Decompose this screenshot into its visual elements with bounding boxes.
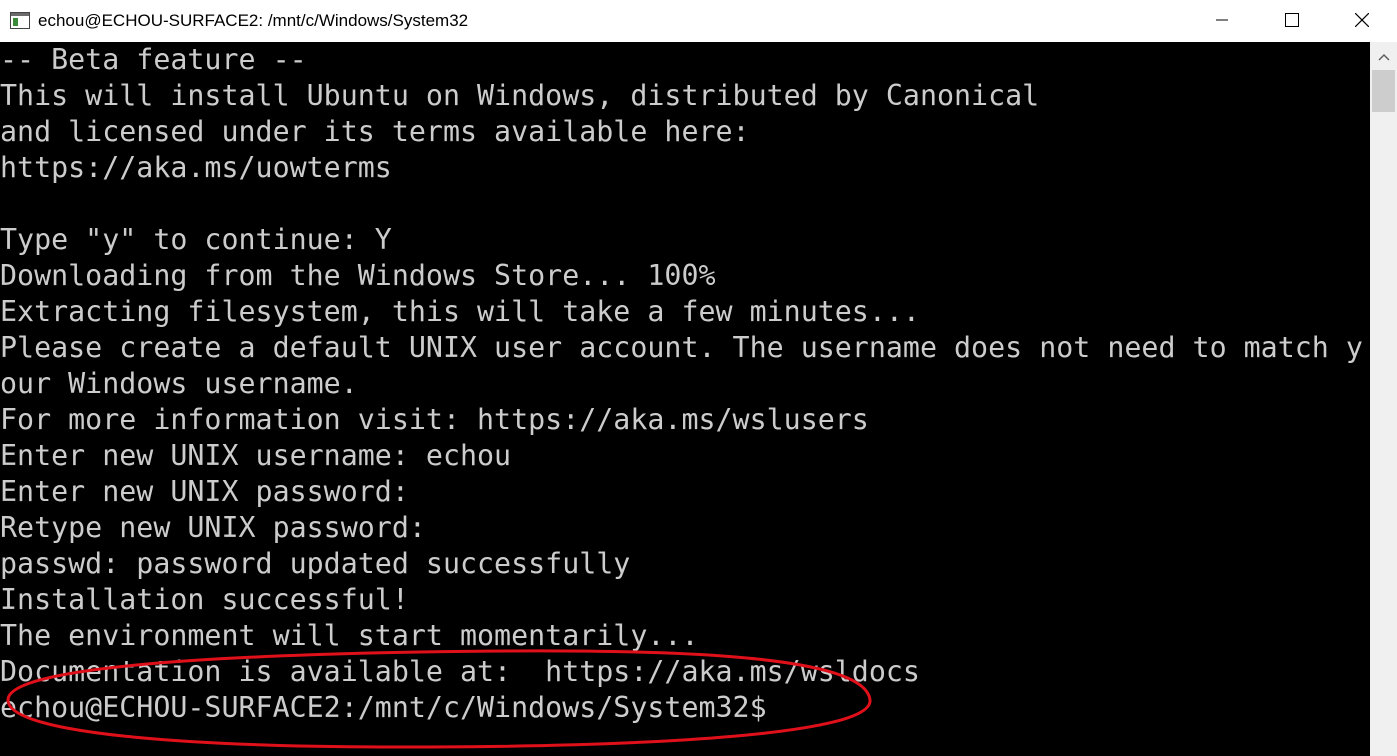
close-icon (1354, 12, 1370, 31)
terminal-line: This will install Ubuntu on Windows, dis… (0, 79, 1040, 112)
terminal-line: Downloading from the Windows Store... 10… (0, 259, 716, 292)
maximize-icon (1285, 12, 1299, 31)
terminal-line: Enter new UNIX username: echou (0, 439, 512, 472)
terminal-line: our Windows username. (0, 367, 358, 400)
scroll-up-arrow-icon (1377, 46, 1390, 65)
window-title: echou@ECHOU-SURFACE2: /mnt/c/Windows/Sys… (38, 11, 469, 30)
terminal-line: The environment will start momentarily..… (0, 619, 699, 652)
prompt-line[interactable]: echou@ECHOU-SURFACE2:/mnt/c/Windows/Syst… (0, 690, 1370, 726)
terminal-line: Enter new UNIX password: (0, 475, 409, 508)
minimize-button[interactable] (1187, 0, 1257, 42)
vertical-scrollbar[interactable] (1370, 42, 1397, 756)
title-bar[interactable]: echou@ECHOU-SURFACE2: /mnt/c/Windows/Sys… (0, 0, 1397, 42)
scrollbar-thumb[interactable] (1372, 70, 1395, 112)
terminal-line: passwd: password updated successfully (0, 547, 631, 580)
minimize-icon (1215, 12, 1229, 31)
terminal-line: Installation successful! (0, 583, 409, 616)
console-window-icon[interactable] (10, 12, 30, 29)
close-button[interactable] (1327, 0, 1397, 42)
terminal-line: For more information visit: https://aka.… (0, 403, 869, 436)
terminal-line: Extracting filesystem, this will take a … (0, 295, 920, 328)
terminal-line: and licensed under its terms available h… (0, 115, 750, 148)
scroll-up-button[interactable] (1370, 42, 1397, 69)
terminal-line: Documentation is available at: https://a… (0, 655, 920, 688)
terminal-output[interactable]: -- Beta feature -- This will install Ubu… (0, 42, 1370, 756)
terminal-line: -- Beta feature -- (0, 43, 307, 76)
terminal-line: Please create a default UNIX user accoun… (0, 331, 1363, 364)
terminal-line: Retype new UNIX password: (0, 511, 426, 544)
maximize-button[interactable] (1257, 0, 1327, 42)
terminal-line: https://aka.ms/uowterms (0, 151, 392, 184)
terminal-line: Type "y" to continue: Y (0, 223, 392, 256)
